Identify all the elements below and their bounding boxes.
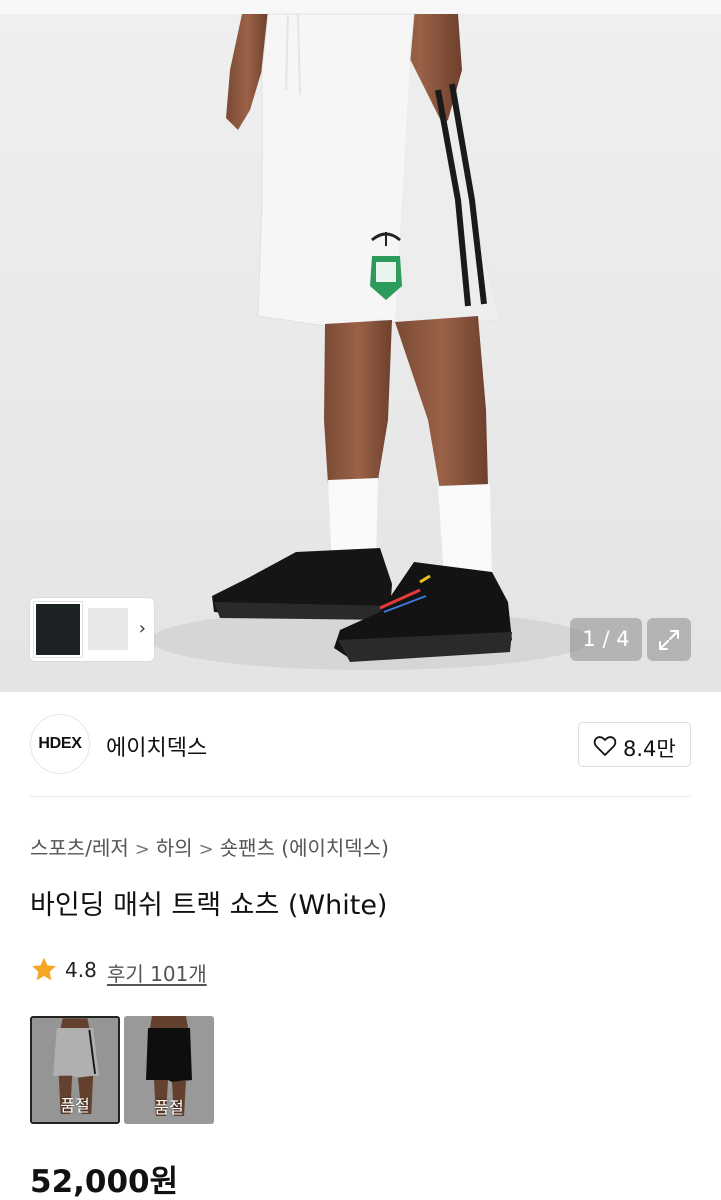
divider	[30, 796, 691, 797]
breadcrumb-separator: >	[198, 839, 214, 860]
color-options: 품절 품절	[30, 1016, 220, 1126]
reviews-link[interactable]: 후기 101개	[107, 958, 207, 987]
breadcrumb-separator: >	[134, 839, 150, 860]
product-photo	[0, 13, 721, 692]
color-option-black[interactable]: 품절	[124, 1016, 214, 1124]
expand-icon	[659, 630, 679, 650]
brand-logo[interactable]: HDEX	[30, 714, 90, 774]
like-button[interactable]: 8.4만	[578, 722, 691, 767]
product-price: 52,000원	[30, 1164, 179, 1200]
breadcrumb-item-bottoms[interactable]: 하의	[156, 836, 193, 860]
rating-score: 4.8	[65, 958, 97, 982]
chevron-right-icon[interactable]: ›	[139, 620, 146, 638]
brand-row: HDEX 에이치덱스 8.4만	[30, 714, 691, 774]
image-pager: 1 / 4	[570, 618, 642, 661]
soldout-label: 품절	[60, 1096, 90, 1115]
soldout-label: 품절	[154, 1098, 184, 1117]
breadcrumb: 스포츠/레저 > 하의 > 숏팬츠 (에이치덱스)	[30, 832, 389, 861]
brand-name[interactable]: 에이치덱스	[106, 730, 207, 762]
breadcrumb-item-shorts[interactable]: 숏팬츠 (에이치덱스)	[220, 836, 389, 860]
product-title: 바인딩 매쉬 트랙 쇼츠 (White)	[30, 890, 388, 921]
breadcrumb-item-sports[interactable]: 스포츠/레저	[30, 836, 129, 860]
heart-icon	[593, 736, 617, 756]
expand-button[interactable]	[647, 618, 691, 661]
thumbnail[interactable]	[88, 608, 128, 650]
product-image-gallery[interactable]: › 1 / 4	[0, 0, 721, 692]
star-icon	[32, 957, 56, 981]
color-option-white[interactable]: 품절	[30, 1016, 120, 1124]
like-count: 8.4만	[623, 737, 676, 761]
thumbnail-strip[interactable]: ›	[30, 598, 154, 661]
thumbnail-selected[interactable]	[33, 601, 83, 658]
